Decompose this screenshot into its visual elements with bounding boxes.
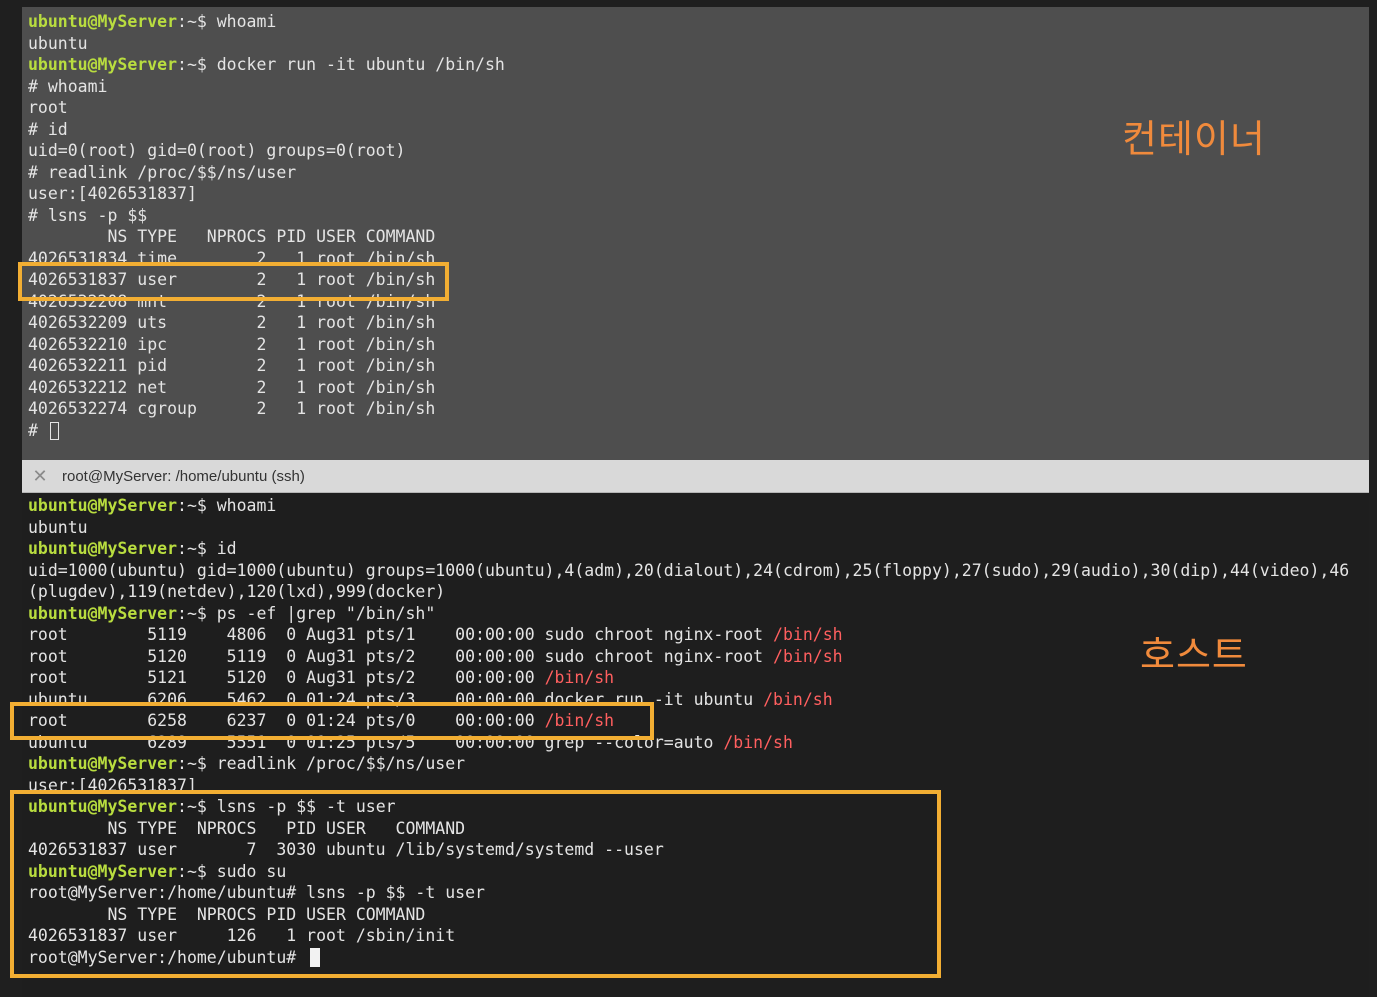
terminal-line: ubuntu@MyServer:~$ readlink /proc/$$/ns/… [28, 754, 466, 773]
close-icon[interactable]: ✕ [32, 467, 48, 485]
terminal-line: ubuntu@MyServer:~$ id [28, 539, 237, 558]
container-user-namespace-highlight [18, 262, 449, 301]
terminal-line: ubuntu@MyServer:~$ whoami [28, 12, 277, 31]
terminal-line: ubuntu [28, 33, 88, 53]
host-user-namespace-highlight [10, 790, 941, 978]
terminal-line: # whoami [28, 76, 108, 96]
terminal-line: 4026532274 cgroup 2 1 root /bin/sh [28, 399, 436, 418]
terminal-line: uid=0(root) gid=0(root) groups=0(root) [28, 141, 406, 160]
container-label: 컨테이너 [1122, 117, 1266, 161]
container-terminal-pane[interactable]: ubuntu@MyServer:~$ whoami ubuntu ubuntu@My… [22, 7, 1369, 460]
terminal-line: uid=1000(ubuntu) gid=1000(ubuntu) groups… [28, 560, 1350, 580]
terminal-line: (plugdev),119(netdev),120(lxd),999(docke… [28, 582, 446, 601]
terminal-line: root [28, 98, 68, 117]
terminal-line: ubuntu@MyServer:~$ ps -ef |grep "/bin/sh… [28, 603, 436, 623]
container-process-highlight [10, 702, 654, 740]
terminal-tab-bar[interactable]: ✕ root@MyServer: /home/ubuntu (ssh) [22, 460, 1369, 493]
host-label: 호스트 [1140, 633, 1248, 677]
terminal-line: 4026532209 uts 2 1 root /bin/sh [28, 313, 436, 332]
terminal-line: ubuntu@MyServer:~$ docker run -it ubuntu… [28, 55, 505, 74]
terminal-line: # id [28, 119, 68, 139]
terminal-line: ubuntu@MyServer:~$ whoami [28, 496, 277, 515]
terminal-line: # lsns -p $$ [28, 205, 148, 225]
container-terminal-output: ubuntu@MyServer:~$ whoami ubuntu ubuntu@My… [28, 11, 505, 441]
terminal-line: 4026532212 net 2 1 root /bin/sh [28, 377, 436, 397]
terminal-line: # readlink /proc/$$/ns/user [28, 162, 297, 182]
terminal-line: ubuntu [28, 517, 88, 537]
terminal-line: NS TYPE NPROCS PID USER COMMAND [28, 227, 436, 246]
terminal-line: 4026532210 ipc 2 1 root /bin/sh [28, 334, 436, 354]
terminal-line: user:[4026531837] [28, 184, 197, 203]
terminal-line: 4026532211 pid 2 1 root /bin/sh [28, 356, 436, 375]
tab-title[interactable]: root@MyServer: /home/ubuntu (ssh) [62, 468, 305, 485]
terminal-line: # [28, 420, 505, 442]
cursor [49, 421, 59, 440]
